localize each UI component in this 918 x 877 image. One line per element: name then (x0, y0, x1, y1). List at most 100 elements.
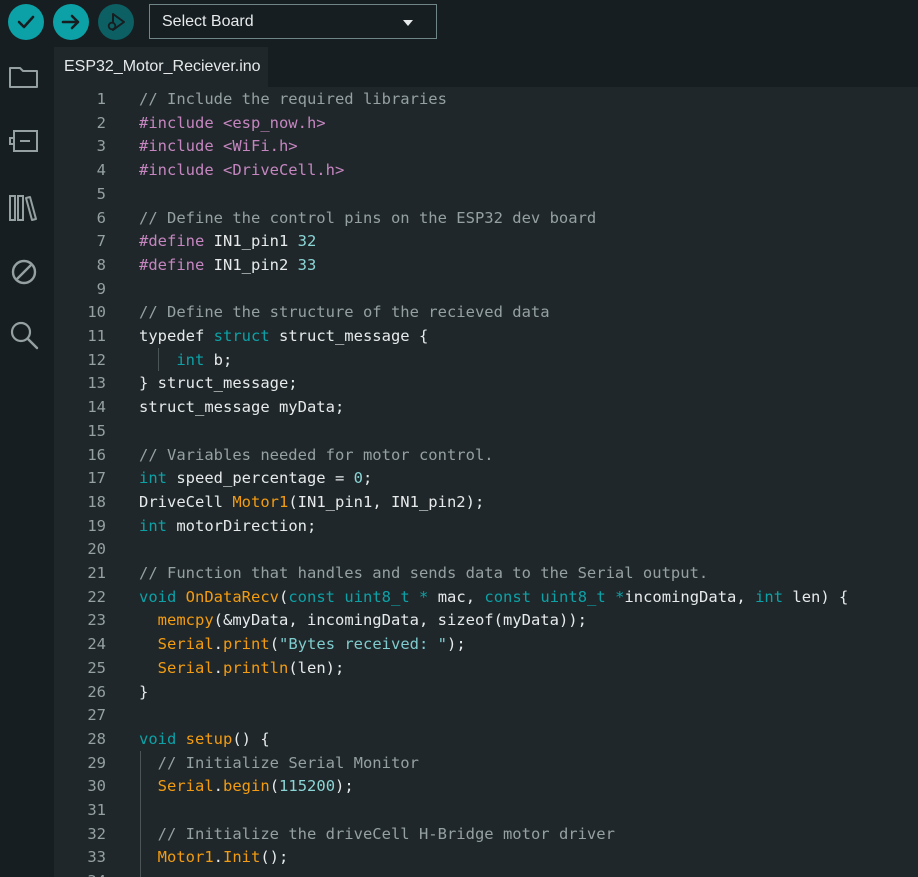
code-line[interactable]: 19 int motorDirection; (54, 514, 918, 538)
line-number: 23 (87, 611, 106, 630)
code-line[interactable]: 11 typedef struct struct_message { (54, 324, 918, 348)
search-button[interactable] (8, 319, 40, 351)
code-token: OnDataRecv (185, 587, 279, 606)
code-line[interactable]: 10 // Define the structure of the recieve… (54, 300, 918, 324)
line-number: 10 (87, 303, 106, 322)
code-line[interactable]: 27 (54, 703, 918, 727)
line-number: 34 (54, 869, 106, 877)
code-text: // Define the control pins on the ESP32 … (139, 206, 596, 230)
verify-button[interactable] (8, 4, 44, 40)
code-token: // Define the structure of the recieved … (139, 303, 550, 322)
indent-guide (158, 347, 159, 372)
upload-button[interactable] (53, 4, 89, 40)
code-line[interactable]: 24 Serial.print("Bytes received: "); (54, 632, 918, 656)
folder-icon (9, 67, 38, 88)
code-token: print (223, 635, 270, 654)
code-line[interactable]: 33 Motor1.Init(); (54, 845, 918, 869)
code-line[interactable]: 32 // Initialize the driveCell H-Bridge … (54, 822, 918, 846)
code-editor[interactable]: 1 // Include the required libraries 2 #incl… (54, 87, 918, 877)
code-token: memcpy (157, 611, 214, 630)
code-token: int (139, 469, 167, 488)
code-line[interactable]: 28 void setup() { (54, 727, 918, 751)
code-line[interactable]: 34 (54, 869, 918, 877)
code-line[interactable]: 12 int b; (54, 348, 918, 372)
line-number: 16 (87, 445, 106, 464)
arrow-right-icon (61, 14, 80, 30)
code-token: void (139, 587, 177, 606)
code-line[interactable]: 23 memcpy(&myData, incomingData, sizeof(… (54, 608, 918, 632)
code-token: int (755, 587, 784, 606)
code-token: void (139, 729, 177, 748)
code-token: . (213, 658, 224, 677)
code-line[interactable]: 20 (54, 537, 918, 561)
code-token: // Include the required libraries (139, 90, 447, 108)
code-token: "Bytes received: " (279, 635, 448, 654)
code-line[interactable]: 4 #include <DriveCell.h> (54, 158, 918, 182)
code-line[interactable]: 7 #define IN1_pin1 32 (54, 229, 918, 253)
code-line[interactable]: 6 // Define the control pins on the ESP32… (54, 206, 918, 230)
code-line[interactable]: 30 Serial.begin(115200); (54, 774, 918, 798)
code-token: . (213, 635, 224, 654)
code-line[interactable]: 5 (54, 182, 918, 206)
library-manager-button[interactable] (8, 192, 40, 224)
debug-button[interactable] (98, 4, 134, 40)
code-text: #include <DriveCell.h> (139, 158, 344, 182)
debug-panel-button[interactable] (8, 256, 40, 288)
code-token: int (139, 516, 167, 535)
code-text: void setup() { (139, 727, 270, 751)
code-line[interactable]: 9 (54, 277, 918, 301)
code-token: 33 (297, 255, 317, 274)
debug-icon (107, 13, 125, 31)
code-line[interactable]: 21 // Function that handles and sends dat… (54, 561, 918, 585)
tab-esp32-motor-reciever[interactable]: ESP32_Motor_Reciever.ino (54, 47, 268, 87)
code-line[interactable]: 31 (54, 798, 918, 822)
code-line[interactable]: 26} (54, 680, 918, 704)
code-line[interactable]: 17 int speed_percentage = 0; (54, 466, 918, 490)
board-select[interactable]: Select Board (149, 4, 437, 39)
code-token: const (288, 587, 336, 606)
code-text: // Function that handles and sends data … (139, 561, 708, 585)
code-token: #include <DriveCell.h> (139, 161, 345, 180)
code-token: 115200 (279, 777, 336, 796)
code-line[interactable]: 25 Serial.println(len); (54, 656, 918, 680)
code-line[interactable]: 1 // Include the required libraries (54, 87, 918, 111)
toolbar: Select Board (0, 0, 918, 47)
checkmark-icon (17, 15, 35, 29)
code-line[interactable]: 13} struct_message; (54, 371, 918, 395)
code-token: * (615, 587, 625, 606)
code-line[interactable]: 14 struct_message myData; (54, 395, 918, 419)
code-token: // Define the control pins on the ESP32 … (139, 208, 597, 227)
code-token: Serial (157, 777, 214, 796)
code-token: 0 (353, 469, 363, 488)
line-number: 1 (96, 90, 106, 108)
line-number: 24 (87, 635, 106, 654)
code-line[interactable]: 2 #include <esp_now.h> (54, 111, 918, 135)
code-text: } struct_message; (139, 371, 298, 395)
line-number: 27 (87, 706, 106, 725)
line-number: 18 (87, 492, 106, 511)
code-line[interactable]: 8 #define IN1_pin2 33 (54, 253, 918, 277)
line-number: 22 (87, 587, 106, 606)
code-line[interactable]: 18 DriveCell Motor1(IN1_pin1, IN1_pin2); (54, 490, 918, 514)
code-token: IN1_pin1 (213, 232, 298, 251)
code-text: // Initialize the driveCell H-Bridge mot… (139, 822, 615, 846)
board-manager-button[interactable] (8, 125, 40, 157)
code-line[interactable]: 29 // Initialize Serial Monitor (54, 751, 918, 775)
code-token: Serial (157, 635, 214, 654)
code-token: mac, (428, 587, 485, 606)
code-token: speed_percentage = (167, 469, 354, 488)
code-line[interactable]: 15 (54, 419, 918, 443)
code-token: struct_message myData; (139, 398, 345, 417)
line-number: 26 (87, 682, 106, 701)
code-line[interactable]: 3 #include <WiFi.h> (54, 134, 918, 158)
code-token: (); (260, 848, 289, 867)
sketchbook-button[interactable] (8, 61, 40, 93)
code-line[interactable]: 22 void OnDataRecv(const uint8_t * mac, c… (54, 585, 918, 609)
code-line[interactable]: 16 // Variables needed for motor control. (54, 443, 918, 467)
code-token: * (419, 587, 429, 606)
code-token: incomingData, (624, 587, 756, 606)
